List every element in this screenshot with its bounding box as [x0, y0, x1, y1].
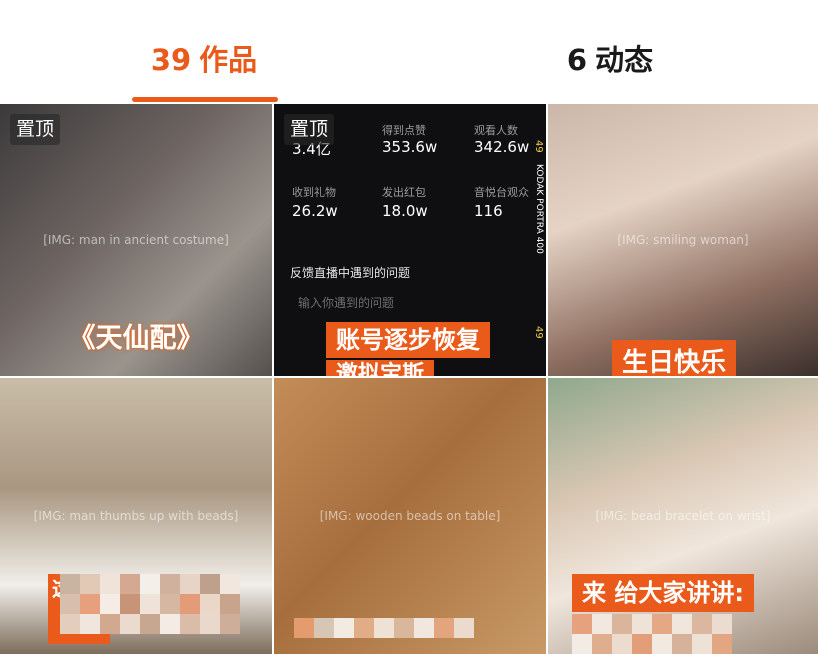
works-label: 作品: [199, 43, 258, 77]
stat-label: 得到点赞: [382, 124, 426, 137]
film-brand-text: KODAK PORTRA 400: [534, 164, 544, 254]
stat-label: 音悦台观众: [474, 186, 529, 199]
mosaic-blur: [60, 574, 240, 634]
video-caption: 来 给大家讲讲:: [572, 574, 754, 612]
profile-tabs: 39 作品 6 动态: [0, 0, 818, 104]
video-thumbnail[interactable]: [IMG: man thumbs up with beads] 这条: [0, 378, 272, 654]
thumbnail-image: [IMG: smiling woman]: [548, 104, 818, 376]
video-thumbnail[interactable]: [IMG: smiling woman] 生日快乐: [548, 104, 818, 376]
stat-value: 26.2w: [292, 202, 338, 220]
stat-label: 发出红包: [382, 186, 426, 199]
stat-label: 观看人数: [474, 124, 518, 137]
film-frame-number: 49: [533, 140, 544, 153]
stat-label: 收到礼物: [292, 186, 336, 199]
video-caption: 账号逐步恢复: [326, 322, 490, 358]
feedback-input-placeholder: 输入你遇到的问题: [298, 296, 395, 310]
mosaic-blur: [572, 614, 732, 654]
works-count: 39: [150, 43, 192, 77]
dynamics-label: 动态: [595, 43, 654, 77]
active-tab-indicator: [132, 97, 278, 102]
stat-value: 116: [474, 202, 503, 220]
video-grid: [IMG: man in ancient costume] 置顶 《天仙配》 3…: [0, 104, 818, 654]
pinned-badge: 置顶: [10, 114, 61, 145]
video-thumbnail[interactable]: [IMG: bead bracelet on wrist] 来 给大家讲讲:: [548, 378, 818, 654]
tab-dynamics[interactable]: 6 动态: [510, 38, 710, 82]
video-thumbnail[interactable]: [IMG: man in ancient costume] 置顶 《天仙配》: [0, 104, 272, 376]
video-caption: 生日快乐: [612, 340, 737, 376]
stat-value: 353.6w: [382, 138, 438, 156]
stat-value: 18.0w: [382, 202, 428, 220]
dynamics-count: 6: [566, 43, 588, 77]
feedback-label: 反馈直播中遇到的问题: [290, 266, 411, 280]
video-caption-line2: 邀拟宝斯: [326, 360, 435, 376]
video-thumbnail[interactable]: 3.4亿 得到点赞 353.6w 观看人数 342.6w 收到礼物 26.2w …: [274, 104, 546, 376]
tab-works[interactable]: 39 作品: [104, 38, 304, 82]
video-thumbnail[interactable]: [IMG: wooden beads on table]: [274, 378, 546, 654]
stat-value: 342.6w: [474, 138, 530, 156]
video-caption: 《天仙配》: [68, 323, 204, 354]
thumbnail-image: [IMG: bead bracelet on wrist]: [548, 378, 818, 654]
film-frame-number: 49: [533, 326, 544, 339]
mosaic-blur: [294, 618, 474, 638]
pinned-badge: 置顶: [284, 114, 335, 145]
thumbnail-image: [IMG: wooden beads on table]: [274, 378, 546, 654]
